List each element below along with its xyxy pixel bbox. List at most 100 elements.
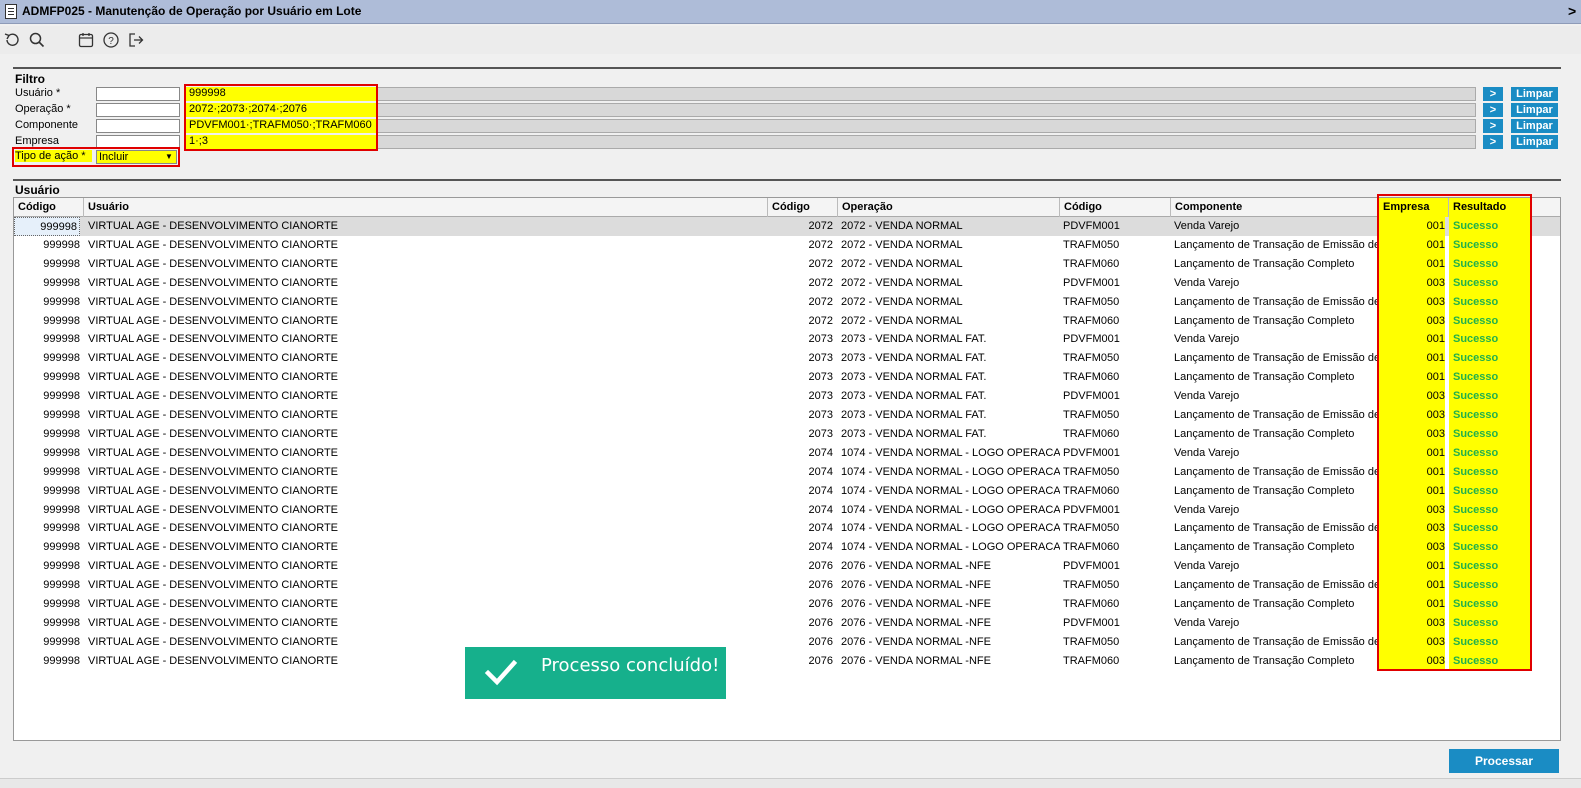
cell-op-code[interactable]: 2074 <box>768 444 833 463</box>
componente-search-button[interactable]: > <box>1483 119 1503 133</box>
table-row[interactable]: 999998 VIRTUAL AGE - DESENVOLVIMENTO CIAN… <box>14 424 1560 444</box>
cell-operation[interactable]: 2073 - VENDA NORMAL FAT. <box>841 425 1060 444</box>
table-row[interactable]: 999998 VIRTUAL AGE - DESENVOLVIMENTO CIAN… <box>14 613 1560 633</box>
cell-user[interactable]: VIRTUAL AGE - DESENVOLVIMENTO CIANORTE <box>88 255 768 274</box>
cell-comp-code[interactable]: TRAFM060 <box>1063 595 1171 614</box>
cell-operation[interactable]: 2073 - VENDA NORMAL FAT. <box>841 349 1060 368</box>
cell-user-code[interactable]: 999998 <box>14 463 80 482</box>
cell-user-code[interactable]: 999998 <box>14 330 80 349</box>
cell-op-code[interactable]: 2076 <box>768 652 833 671</box>
cell-operation[interactable]: 2073 - VENDA NORMAL FAT. <box>841 330 1060 349</box>
cell-comp-code[interactable]: TRAFM060 <box>1063 538 1171 557</box>
cell-comp-code[interactable]: PDVFM001 <box>1063 217 1171 236</box>
usuario-search-button[interactable]: > <box>1483 87 1503 101</box>
process-button[interactable]: Processar <box>1449 749 1559 773</box>
operacao-clear-button[interactable]: Limpar <box>1511 103 1558 117</box>
cell-user[interactable]: VIRTUAL AGE - DESENVOLVIMENTO CIANORTE <box>88 463 768 482</box>
cell-op-code[interactable]: 2073 <box>768 406 833 425</box>
table-row[interactable]: 999998 VIRTUAL AGE - DESENVOLVIMENTO CIAN… <box>14 292 1560 312</box>
cell-user-code[interactable]: 999998 <box>14 652 80 671</box>
cell-comp-code[interactable]: PDVFM001 <box>1063 614 1171 633</box>
cell-component[interactable]: Lançamento de Transação Completo <box>1174 652 1377 671</box>
cell-user-code[interactable]: 999998 <box>14 501 80 520</box>
componente-code-input[interactable] <box>96 119 180 133</box>
componente-clear-button[interactable]: Limpar <box>1511 119 1558 133</box>
cell-op-code[interactable]: 2073 <box>768 387 833 406</box>
empresa-clear-button[interactable]: Limpar <box>1511 135 1558 149</box>
cell-operation[interactable]: 2073 - VENDA NORMAL FAT. <box>841 368 1060 387</box>
cell-user[interactable]: VIRTUAL AGE - DESENVOLVIMENTO CIANORTE <box>88 538 768 557</box>
cell-component[interactable]: Lançamento de Transação de Emissão de <box>1174 519 1377 538</box>
table-row[interactable]: 999998 VIRTUAL AGE - DESENVOLVIMENTO CIAN… <box>14 387 1560 407</box>
cell-user[interactable]: VIRTUAL AGE - DESENVOLVIMENTO CIANORTE <box>88 406 768 425</box>
operacao-search-button[interactable]: > <box>1483 103 1503 117</box>
cell-user[interactable]: VIRTUAL AGE - DESENVOLVIMENTO CIANORTE <box>88 557 768 576</box>
table-row[interactable]: 999998 VIRTUAL AGE - DESENVOLVIMENTO CIAN… <box>14 254 1560 274</box>
operacao-code-input[interactable] <box>96 103 180 117</box>
table-row[interactable]: 999998 VIRTUAL AGE - DESENVOLVIMENTO CIAN… <box>14 235 1560 255</box>
table-row[interactable]: 999998 VIRTUAL AGE - DESENVOLVIMENTO CIAN… <box>14 330 1560 350</box>
table-row[interactable]: 999998 VIRTUAL AGE - DESENVOLVIMENTO CIAN… <box>14 443 1560 463</box>
cell-user[interactable]: VIRTUAL AGE - DESENVOLVIMENTO CIANORTE <box>88 444 768 463</box>
table-row[interactable]: 999998 VIRTUAL AGE - DESENVOLVIMENTO CIAN… <box>14 538 1560 558</box>
cell-user[interactable]: VIRTUAL AGE - DESENVOLVIMENTO CIANORTE <box>88 501 768 520</box>
table-row[interactable]: 999998 VIRTUAL AGE - DESENVOLVIMENTO CIAN… <box>14 557 1560 577</box>
cell-user-code[interactable]: 999998 <box>14 576 80 595</box>
cell-component[interactable]: Lançamento de Transação de Emissão de <box>1174 293 1377 312</box>
cell-operation[interactable]: 2076 - VENDA NORMAL -NFE <box>841 614 1060 633</box>
cell-comp-code[interactable]: TRAFM050 <box>1063 349 1171 368</box>
cell-user[interactable]: VIRTUAL AGE - DESENVOLVIMENTO CIANORTE <box>88 217 768 236</box>
cell-component[interactable]: Lançamento de Transação Completo <box>1174 425 1377 444</box>
cell-component[interactable]: Lançamento de Transação de Emissão de <box>1174 463 1377 482</box>
cell-component[interactable]: Venda Varejo <box>1174 217 1377 236</box>
cell-op-code[interactable]: 2076 <box>768 557 833 576</box>
cell-component[interactable]: Lançamento de Transação de Emissão de <box>1174 576 1377 595</box>
cell-user[interactable]: VIRTUAL AGE - DESENVOLVIMENTO CIANORTE <box>88 519 768 538</box>
table-row[interactable]: 999998 VIRTUAL AGE - DESENVOLVIMENTO CIAN… <box>14 632 1560 652</box>
cell-comp-code[interactable]: TRAFM050 <box>1063 633 1171 652</box>
cell-component[interactable]: Lançamento de Transação Completo <box>1174 538 1377 557</box>
cell-comp-code[interactable]: TRAFM050 <box>1063 406 1171 425</box>
cell-operation[interactable]: 2076 - VENDA NORMAL -NFE <box>841 557 1060 576</box>
cell-operation[interactable]: 2076 - VENDA NORMAL -NFE <box>841 633 1060 652</box>
cell-user[interactable]: VIRTUAL AGE - DESENVOLVIMENTO CIANORTE <box>88 236 768 255</box>
table-row[interactable]: 999998 VIRTUAL AGE - DESENVOLVIMENTO CIAN… <box>14 311 1560 331</box>
cell-user-code[interactable]: 999998 <box>14 538 80 557</box>
cell-op-code[interactable]: 2076 <box>768 633 833 652</box>
cell-user-code[interactable]: 999998 <box>14 425 80 444</box>
cell-op-code[interactable]: 2072 <box>768 293 833 312</box>
col-header-component[interactable]: Componente <box>1171 198 1379 217</box>
cell-user-code[interactable]: 999998 <box>14 519 80 538</box>
cell-user[interactable]: VIRTUAL AGE - DESENVOLVIMENTO CIANORTE <box>88 576 768 595</box>
cell-operation[interactable]: 2072 - VENDA NORMAL <box>841 274 1060 293</box>
cell-user-code[interactable]: 999998 <box>14 557 80 576</box>
calendar-icon[interactable] <box>77 31 95 49</box>
cell-component[interactable]: Lançamento de Transação Completo <box>1174 482 1377 501</box>
cell-component[interactable]: Lançamento de Transação de Emissão de <box>1174 633 1377 652</box>
cell-comp-code[interactable]: TRAFM060 <box>1063 652 1171 671</box>
cell-user-code[interactable]: 999998 <box>14 236 80 255</box>
cell-user[interactable]: VIRTUAL AGE - DESENVOLVIMENTO CIANORTE <box>88 614 768 633</box>
cell-operation[interactable]: 2073 - VENDA NORMAL FAT. <box>841 406 1060 425</box>
cell-user-code[interactable]: 999998 <box>14 312 80 331</box>
cell-op-code[interactable]: 2072 <box>768 236 833 255</box>
col-header-user-code[interactable]: Código <box>14 198 84 217</box>
search-icon[interactable] <box>28 31 46 49</box>
table-row[interactable]: 999998 VIRTUAL AGE - DESENVOLVIMENTO CIAN… <box>14 217 1560 236</box>
cell-op-code[interactable]: 2072 <box>768 274 833 293</box>
cell-component[interactable]: Venda Varejo <box>1174 557 1377 576</box>
cell-comp-code[interactable]: TRAFM050 <box>1063 576 1171 595</box>
cell-op-code[interactable]: 2073 <box>768 368 833 387</box>
cell-operation[interactable]: 2072 - VENDA NORMAL <box>841 217 1060 236</box>
cell-component[interactable]: Lançamento de Transação Completo <box>1174 255 1377 274</box>
cell-user-code[interactable]: 999998 <box>14 217 80 236</box>
cell-comp-code[interactable]: PDVFM001 <box>1063 557 1171 576</box>
cell-user-code[interactable]: 999998 <box>14 406 80 425</box>
cell-user[interactable]: VIRTUAL AGE - DESENVOLVIMENTO CIANORTE <box>88 387 768 406</box>
col-header-user[interactable]: Usuário <box>84 198 768 217</box>
cell-op-code[interactable]: 2076 <box>768 614 833 633</box>
cell-user-code[interactable]: 999998 <box>14 368 80 387</box>
cell-comp-code[interactable]: TRAFM060 <box>1063 312 1171 331</box>
cell-component[interactable]: Venda Varejo <box>1174 330 1377 349</box>
cell-user[interactable]: VIRTUAL AGE - DESENVOLVIMENTO CIANORTE <box>88 330 768 349</box>
